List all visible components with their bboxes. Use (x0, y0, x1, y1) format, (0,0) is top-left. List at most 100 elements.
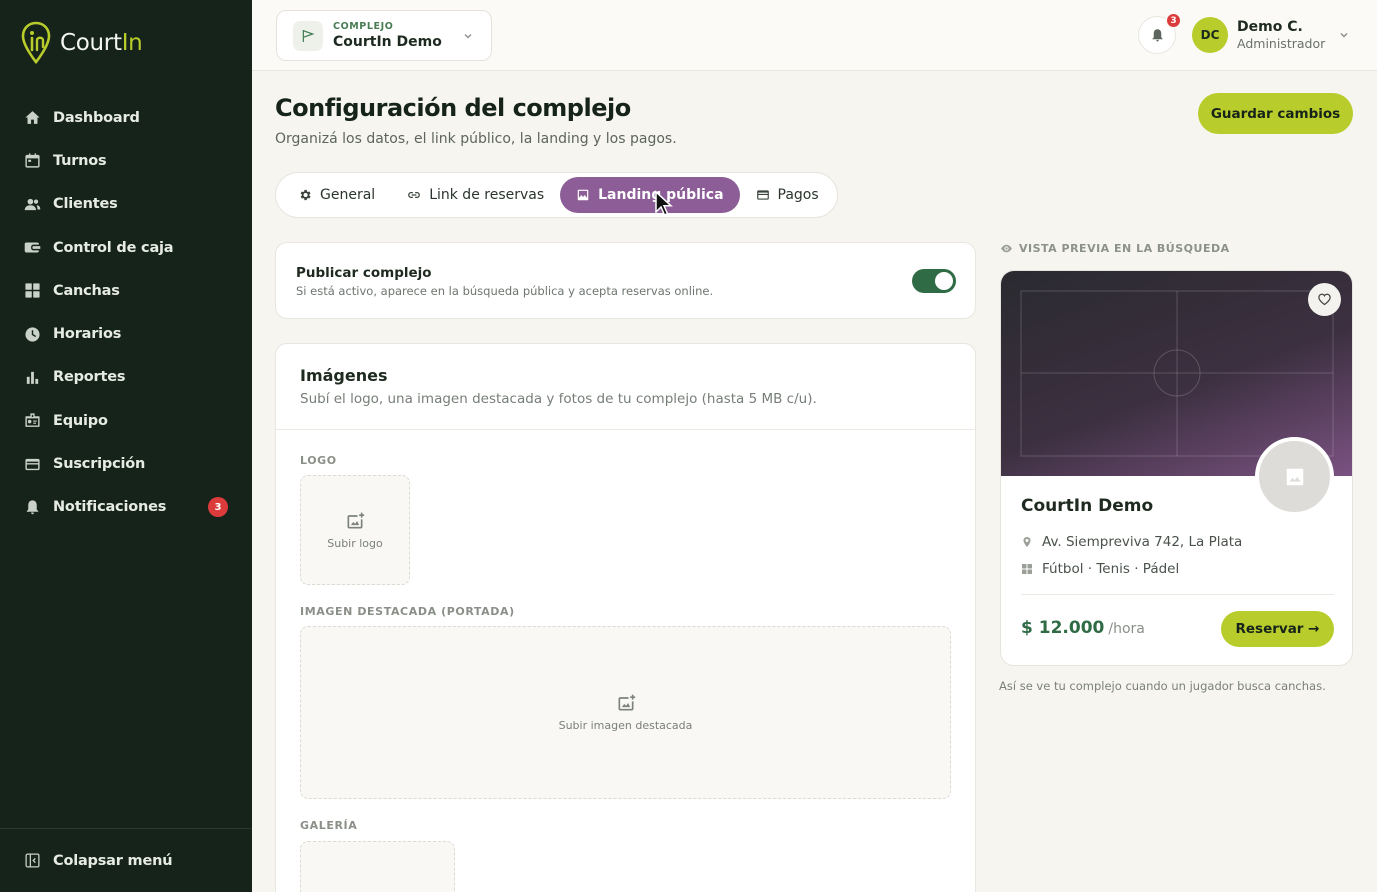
credit-card-icon (756, 190, 769, 200)
sidebar-item-label: Turnos (53, 152, 107, 169)
publish-title: Publicar complejo (296, 265, 432, 281)
save-changes-button[interactable]: Guardar cambios (1198, 93, 1353, 134)
sidebar: CourtIn Dashboard Turnos Clientes Contro… (0, 0, 252, 892)
add-image-icon (347, 512, 365, 528)
flag-icon-box (293, 20, 323, 51)
preview-logo (1255, 437, 1334, 516)
preview-label: VISTA PREVIA EN LA BÚSQUEDA (1000, 242, 1230, 255)
sidebar-item-label: Equipo (53, 412, 108, 429)
sidebar-nav: Dashboard Turnos Clientes Control de caj… (0, 96, 252, 529)
publish-toggle[interactable] (912, 269, 956, 293)
clock-icon (25, 327, 40, 342)
complex-name: CourtIn Demo (333, 34, 442, 50)
home-icon (25, 111, 40, 125)
preview-price: $ 12.000/hora (1021, 618, 1145, 638)
sidebar-item-equipo[interactable]: Equipo (0, 399, 252, 442)
tab-label: Link de reservas (429, 187, 545, 203)
images-description: Subí el logo, una imagen destacada y fot… (300, 391, 817, 407)
sidebar-item-suscripcion[interactable]: Suscripción (0, 442, 252, 485)
images-title: Imágenes (300, 366, 388, 385)
user-role: Administrador (1237, 36, 1326, 51)
flag-icon (302, 29, 315, 42)
top-bar: COMPLEJO CourtIn Demo 3 DC Demo C. Admin… (252, 0, 1377, 71)
user-info: Demo C. Administrador (1237, 19, 1325, 51)
tab-label: General (320, 187, 376, 203)
preview-address-text: Av. Siempreviva 742, La Plata (1042, 534, 1243, 550)
sidebar-item-label: Reportes (53, 369, 126, 386)
brand-logo-icon (21, 21, 51, 65)
tab-general[interactable]: General (282, 177, 391, 213)
publish-card: Publicar complejo Si está activo, aparec… (275, 242, 976, 319)
preview-sports: Fútbol · Tenis · Pádel (1021, 561, 1179, 577)
mouse-cursor-icon (655, 190, 673, 216)
toggle-knob (935, 272, 953, 290)
eye-icon (1001, 244, 1012, 253)
complex-selector-text: COMPLEJO CourtIn Demo (333, 21, 442, 50)
heart-icon (1318, 293, 1331, 306)
sidebar-item-canchas[interactable]: Canchas (0, 269, 252, 312)
chevron-down-icon (1340, 33, 1348, 38)
price-unit: /hora (1108, 621, 1145, 637)
preview-address: Av. Siempreviva 742, La Plata (1021, 534, 1242, 550)
calendar-icon (25, 153, 40, 169)
page-title: Configuración del complejo (275, 94, 631, 122)
brand[interactable]: CourtIn (20, 20, 143, 66)
logo-upload-label: Subir logo (327, 536, 383, 550)
avatar: DC (1192, 17, 1228, 53)
badge-icon (25, 413, 40, 428)
preview-divider (1021, 594, 1334, 595)
sidebar-item-label: Clientes (53, 196, 118, 213)
user-menu[interactable]: DC Demo C. Administrador (1192, 17, 1349, 53)
complex-selector[interactable]: COMPLEJO CourtIn Demo (276, 10, 492, 61)
sidebar-item-turnos[interactable]: Turnos (0, 139, 252, 182)
complex-kicker: COMPLEJO (333, 21, 394, 32)
tab-link-de-reservas[interactable]: Link de reservas (391, 177, 560, 213)
chevron-down-icon (464, 34, 472, 39)
settings-tabs: General Link de reservas Landing pública… (275, 172, 838, 218)
cover-upload-dropzone[interactable]: Subir imagen destacada (300, 626, 951, 799)
logo-label: LOGO (300, 454, 337, 467)
grid-icon (1022, 564, 1032, 574)
price-value: $ 12.000 (1021, 618, 1105, 638)
collapse-menu-label: Colapsar menú (53, 852, 173, 869)
user-name: Demo C. (1237, 19, 1303, 35)
preview-card[interactable]: CourtIn Demo Av. Siempreviva 742, La Pla… (1000, 270, 1353, 666)
link-icon (408, 192, 421, 198)
tab-landing-publica[interactable]: Landing pública (560, 177, 740, 213)
notifications-button[interactable]: 3 (1138, 12, 1182, 54)
collapse-menu-button[interactable]: Colapsar menú (0, 828, 252, 892)
preview-label-text: VISTA PREVIA EN LA BÚSQUEDA (1019, 242, 1230, 255)
cover-label: IMAGEN DESTACADA (PORTADA) (300, 605, 515, 618)
favorite-button[interactable] (1308, 283, 1341, 316)
sidebar-item-dashboard[interactable]: Dashboard (0, 96, 252, 139)
publish-description: Si está activo, aparece en la búsqueda p… (296, 284, 714, 298)
credit-card-icon (25, 458, 40, 470)
bell-icon (26, 500, 39, 515)
sidebar-item-label: Canchas (53, 282, 120, 299)
gallery-upload-dropzone[interactable] (300, 841, 455, 892)
preview-caption: Así se ve tu complejo cuando un jugador … (999, 679, 1326, 693)
sidebar-item-control-de-caja[interactable]: Control de caja (0, 226, 252, 269)
notification-badge: 3 (208, 497, 228, 518)
sidebar-item-notificaciones[interactable]: Notificaciones 3 (0, 486, 252, 529)
bell-icon (1152, 28, 1162, 41)
gallery-label: GALERÍA (300, 819, 358, 832)
image-placeholder-icon (1286, 468, 1303, 485)
tab-pagos[interactable]: Pagos (740, 177, 835, 213)
sidebar-item-reportes[interactable]: Reportes (0, 356, 252, 399)
sidebar-item-label: Control de caja (53, 239, 174, 256)
images-card-header: Imágenes Subí el logo, una imagen destac… (276, 344, 975, 430)
bar-chart-icon (26, 371, 39, 384)
sidebar-item-clientes[interactable]: Clientes (0, 183, 252, 226)
sidebar-collapse-icon (25, 853, 40, 868)
cover-upload-label: Subir imagen destacada (558, 719, 693, 732)
images-card: Imágenes Subí el logo, una imagen destac… (275, 343, 976, 892)
gear-icon (300, 189, 311, 201)
add-image-icon (618, 694, 635, 711)
logo-upload-dropzone[interactable]: Subir logo (300, 475, 410, 585)
sidebar-item-label: Notificaciones (53, 499, 167, 516)
sidebar-item-horarios[interactable]: Horarios (0, 312, 252, 355)
preview-sports-text: Fútbol · Tenis · Pádel (1042, 561, 1180, 577)
reserve-button[interactable]: Reservar → (1221, 611, 1334, 647)
brand-name: CourtIn (60, 30, 143, 56)
